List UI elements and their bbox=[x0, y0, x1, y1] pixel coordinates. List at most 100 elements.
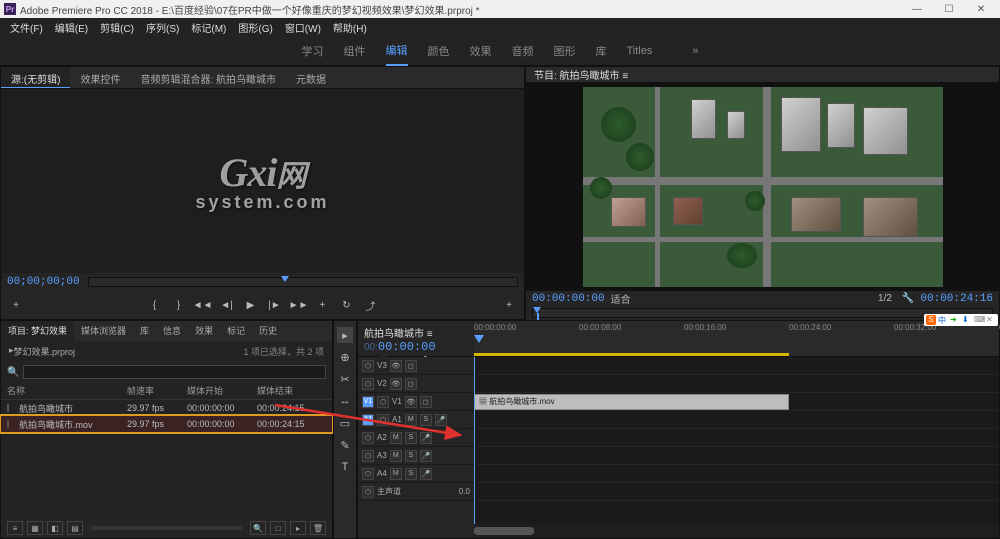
wrench-icon[interactable]: 🔧 bbox=[902, 293, 914, 304]
source-timecode[interactable]: 00;00;00;00 bbox=[7, 276, 80, 288]
ws-graphics[interactable]: 图形 bbox=[554, 43, 576, 59]
track-a2[interactable]: ⬡A2MS🎤 bbox=[358, 429, 474, 447]
selection-tool-icon[interactable]: ▸ bbox=[337, 327, 353, 343]
type-tool-icon[interactable]: T bbox=[337, 459, 353, 475]
tab-project[interactable]: 项目: 梦幻效果 bbox=[1, 321, 74, 341]
ws-titles[interactable]: Titles bbox=[627, 45, 653, 57]
new-item-icon[interactable]: ▸ bbox=[290, 521, 306, 535]
source-monitor[interactable]: Gxi网 system.com bbox=[1, 89, 524, 273]
tab-source[interactable]: 源:(无剪辑) bbox=[1, 67, 70, 88]
ime-s-icon[interactable]: S bbox=[926, 315, 936, 325]
menu-graphics[interactable]: 图形(G) bbox=[232, 18, 278, 37]
ws-color[interactable]: 颜色 bbox=[428, 43, 450, 59]
overwrite-icon[interactable]: ↻ bbox=[338, 296, 356, 314]
timeline-clip[interactable]: ▦ 航拍鸟瞰城市.mov bbox=[474, 394, 789, 410]
timeline-scrollbar[interactable] bbox=[474, 524, 999, 538]
track-v3[interactable]: ⬡V3👁◻ bbox=[358, 357, 474, 375]
playhead-icon[interactable] bbox=[474, 335, 484, 343]
menu-file[interactable]: 文件(F) bbox=[4, 18, 49, 37]
trash-icon[interactable]: 🗑 bbox=[310, 521, 326, 535]
workspace-overflow-icon[interactable]: » bbox=[692, 45, 698, 57]
tab-media-browser[interactable]: 媒体浏览器 bbox=[74, 321, 133, 341]
source-time-ruler[interactable] bbox=[88, 277, 518, 287]
col-end[interactable]: 媒体结束 bbox=[257, 384, 327, 397]
tab-markers[interactable]: 标记 bbox=[220, 321, 252, 341]
step-fwd-icon[interactable]: ►► bbox=[290, 296, 308, 314]
fit-dropdown[interactable]: 适合 bbox=[611, 291, 631, 306]
menu-help[interactable]: 帮助(H) bbox=[327, 18, 373, 37]
ws-editing[interactable]: 编辑 bbox=[386, 42, 408, 66]
col-start[interactable]: 媒体开始 bbox=[187, 384, 257, 397]
tab-effect-controls[interactable]: 效果控件 bbox=[70, 67, 130, 88]
timeline-ruler[interactable]: 00:00:00:00 00:00:08:00 00:00:16:00 00:0… bbox=[474, 321, 999, 356]
tab-audio-mixer[interactable]: 音频剪辑混合器: 航拍鸟瞰城市 bbox=[130, 67, 286, 88]
play-icon[interactable]: ▶ bbox=[242, 296, 260, 314]
mark-in-icon[interactable]: + bbox=[7, 296, 25, 314]
settings-plus-icon[interactable]: + bbox=[500, 296, 518, 314]
insert-icon[interactable]: + bbox=[314, 296, 332, 314]
ime-kbd-icon[interactable]: ⌨ bbox=[974, 315, 984, 325]
ws-assembly[interactable]: 组件 bbox=[344, 43, 366, 59]
icon-view-icon[interactable]: ▦ bbox=[27, 521, 43, 535]
pen-tool-icon[interactable]: ✎ bbox=[337, 437, 353, 453]
ime-lang-icon[interactable]: 中 bbox=[938, 315, 948, 325]
menu-window[interactable]: 窗口(W) bbox=[279, 18, 327, 37]
tab-effects[interactable]: 效果 bbox=[188, 321, 220, 341]
program-monitor[interactable] bbox=[526, 83, 999, 291]
project-row-sequence[interactable]: 航拍鸟瞰城市 29.97 fps 00:00:00:00 00:00:24:15 bbox=[1, 400, 332, 416]
watermark: Gxi网 system.com bbox=[195, 149, 329, 213]
ws-effects[interactable]: 效果 bbox=[470, 43, 492, 59]
ime-arrow-icon[interactable]: ➜ bbox=[950, 315, 960, 325]
track-content[interactable]: ▦ 航拍鸟瞰城市.mov bbox=[474, 357, 999, 524]
step-back-icon[interactable]: ◄◄ bbox=[194, 296, 212, 314]
out-bracket-icon[interactable]: } bbox=[170, 296, 188, 314]
menu-clip[interactable]: 剪辑(C) bbox=[94, 18, 140, 37]
project-row-video[interactable]: 航拍鸟瞰城市.mov 29.97 fps 00:00:00:00 00:00:2… bbox=[1, 416, 332, 432]
slip-tool-icon[interactable]: ▭ bbox=[337, 415, 353, 431]
list-view-icon[interactable]: ≡ bbox=[7, 521, 23, 535]
zoom-slider[interactable] bbox=[91, 526, 242, 530]
track-v1[interactable]: V1⬡V1👁◻ bbox=[358, 393, 474, 411]
export-frame-icon[interactable]: ⤴ bbox=[362, 296, 380, 314]
ripple-tool-icon[interactable]: ✂ bbox=[337, 371, 353, 387]
playhead-line[interactable] bbox=[474, 357, 475, 524]
razor-tool-icon[interactable]: ↔ bbox=[337, 393, 353, 409]
freeform-view-icon[interactable]: ◧ bbox=[47, 521, 63, 535]
ime-toolbar[interactable]: S 中 ➜ ⬇ ⌨ ✕ bbox=[924, 314, 998, 326]
work-area-bar[interactable] bbox=[474, 353, 789, 356]
tab-libraries[interactable]: 库 bbox=[133, 321, 156, 341]
program-timecode-left[interactable]: 00:00:00:00 bbox=[532, 293, 605, 305]
col-fps[interactable]: 帧速率 bbox=[127, 384, 187, 397]
col-name[interactable]: 名称 bbox=[7, 384, 127, 397]
ws-audio[interactable]: 音频 bbox=[512, 43, 534, 59]
menu-edit[interactable]: 编辑(E) bbox=[49, 18, 94, 37]
track-a4[interactable]: ⬡A4MS🎤 bbox=[358, 465, 474, 483]
find-icon[interactable]: 🔍 bbox=[250, 521, 266, 535]
ime-down-icon[interactable]: ⬇ bbox=[962, 315, 972, 325]
zoom-dropdown[interactable]: 1/2 bbox=[878, 293, 892, 304]
track-a1[interactable]: A1⬡A1MS🎤 bbox=[358, 411, 474, 429]
close-button[interactable]: ✕ bbox=[966, 1, 996, 17]
sort-icon[interactable]: ▤ bbox=[67, 521, 83, 535]
tab-metadata[interactable]: 元数据 bbox=[286, 67, 336, 88]
track-v2[interactable]: ⬡V2👁◻ bbox=[358, 375, 474, 393]
tab-info[interactable]: 信息 bbox=[156, 321, 188, 341]
tab-history[interactable]: 历史 bbox=[252, 321, 284, 341]
sequence-name[interactable]: 航拍鸟瞰城市 ≡ bbox=[364, 325, 468, 340]
prev-frame-icon[interactable]: ◄| bbox=[218, 296, 236, 314]
project-search-input[interactable] bbox=[23, 365, 326, 379]
ime-close-icon[interactable]: ✕ bbox=[986, 315, 996, 325]
ws-libraries[interactable]: 库 bbox=[596, 43, 607, 59]
track-master[interactable]: ⬡主声道0.0 bbox=[358, 483, 474, 501]
ws-learn[interactable]: 学习 bbox=[302, 43, 324, 59]
menu-sequence[interactable]: 序列(S) bbox=[140, 18, 185, 37]
track-select-tool-icon[interactable]: ⊕ bbox=[337, 349, 353, 365]
track-a3[interactable]: ⬡A3MS🎤 bbox=[358, 447, 474, 465]
timeline-timecode[interactable]: 00:00:00 bbox=[378, 340, 436, 354]
new-bin-icon[interactable]: □ bbox=[270, 521, 286, 535]
menu-marker[interactable]: 标记(M) bbox=[185, 18, 232, 37]
in-bracket-icon[interactable]: { bbox=[146, 296, 164, 314]
next-frame-icon[interactable]: |► bbox=[266, 296, 284, 314]
minimize-button[interactable]: — bbox=[902, 1, 932, 17]
maximize-button[interactable]: ☐ bbox=[934, 1, 964, 17]
